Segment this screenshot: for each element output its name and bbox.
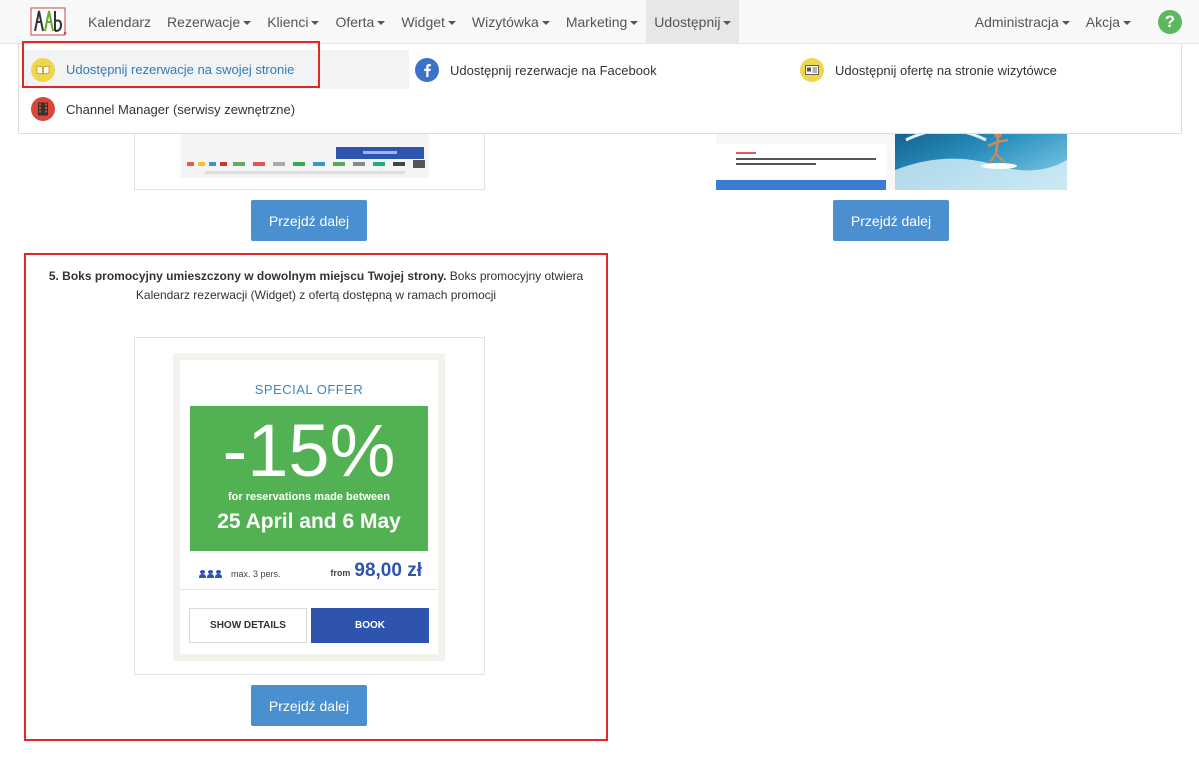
nav-kalendarz[interactable]: Kalendarz xyxy=(80,0,159,44)
people-icon xyxy=(199,570,223,578)
caret-down-icon xyxy=(541,21,550,25)
card-icon xyxy=(800,58,824,82)
caret-down-icon xyxy=(311,21,320,25)
discount-box: -15% for reservations made between 25 Ap… xyxy=(190,406,428,551)
nav-label: Wizytówka xyxy=(471,14,539,30)
menu-item-share-offer-on-card[interactable]: Udostępnij ofertę na stronie wizytówce xyxy=(800,56,1057,84)
nav-label: Akcja xyxy=(1085,14,1120,30)
max-persons: max. 3 pers. xyxy=(199,569,281,579)
price-from-label: from xyxy=(330,568,351,578)
facebook-icon xyxy=(415,58,439,82)
special-offer-heading: SPECIAL OFFER xyxy=(254,382,364,397)
top-navbar: Kalendarz Rezerwacje Klienci Oferta Widg… xyxy=(0,0,1199,44)
date-range: 25 April and 6 May xyxy=(217,510,401,533)
promo-widget: SPECIAL OFFER -15% for reservations made… xyxy=(173,353,445,661)
nav-marketing[interactable]: Marketing xyxy=(558,0,646,44)
show-details-button[interactable]: SHOW DETAILS xyxy=(189,608,307,643)
caret-down-icon xyxy=(447,21,456,25)
nav-wizytowka[interactable]: Wizytówka xyxy=(464,0,558,44)
nav-label: Klienci xyxy=(267,14,309,30)
section-title: 5. Boks promocyjny umieszczony w dowolny… xyxy=(48,269,447,283)
next-button[interactable]: Przejdź dalej xyxy=(833,200,949,241)
menu-item-label: Channel Manager (serwisy zewnętrzne) xyxy=(66,101,296,117)
nav-label: Oferta xyxy=(335,14,375,30)
nav-widget[interactable]: Widget xyxy=(393,0,464,44)
caret-down-icon xyxy=(243,21,252,25)
nav-klienci[interactable]: Klienci xyxy=(259,0,327,44)
nav-udostepnij[interactable]: Udostępnij xyxy=(646,0,740,44)
nav-administracja[interactable]: Administracja xyxy=(967,0,1078,44)
caret-down-icon xyxy=(630,21,639,25)
nav-label: Marketing xyxy=(565,14,628,30)
nav-label: Administracja xyxy=(974,14,1059,30)
discount-value: -15% xyxy=(222,409,396,492)
menu-item-label: Udostępnij rezerwacje na Facebook xyxy=(450,62,657,78)
caret-down-icon xyxy=(723,21,732,25)
nav-label: Widget xyxy=(401,14,445,30)
nav-label: Udostępnij xyxy=(654,14,721,30)
promo-widget-preview: SPECIAL OFFER -15% for reservations made… xyxy=(134,337,485,675)
menu-item-label: Udostępnij ofertę na stronie wizytówce xyxy=(835,62,1057,78)
nav-rezerwacje[interactable]: Rezerwacje xyxy=(159,0,259,44)
caret-down-icon xyxy=(1061,21,1070,25)
nav-label: Kalendarz xyxy=(88,14,152,30)
discount-note: for reservations made between xyxy=(227,491,390,503)
next-button[interactable]: Przejdź dalej xyxy=(251,685,367,726)
film-strip-icon xyxy=(31,97,55,121)
next-button[interactable]: Przejdź dalej xyxy=(251,200,367,241)
share-dropdown-menu: Udostępnij rezerwacje na swojej stronie … xyxy=(18,44,1182,134)
promo-widget-card: SPECIAL OFFER -15% for reservations made… xyxy=(180,360,438,654)
nav-label: Rezerwacje xyxy=(167,14,241,30)
right-nav: Administracja Akcja xyxy=(967,0,1139,44)
max-persons-label: max. 3 pers. xyxy=(231,569,281,579)
price: from 98,00 zł xyxy=(330,560,422,582)
menu-item-channel-manager[interactable]: Channel Manager (serwisy zewnętrzne) xyxy=(31,95,295,123)
caret-down-icon xyxy=(1123,21,1131,25)
section-description: 5. Boks promocyjny umieszczony w dowolny… xyxy=(36,267,596,305)
price-value: 98,00 zł xyxy=(354,560,422,581)
menu-item-share-on-website[interactable]: Udostępnij rezerwacje na swojej stronie xyxy=(23,50,409,89)
book-icon xyxy=(31,57,55,82)
question-circle-icon[interactable]: ? xyxy=(1158,10,1182,34)
main-nav: Kalendarz Rezerwacje Klienci Oferta Widg… xyxy=(80,0,740,44)
divider xyxy=(180,589,438,590)
nav-akcja[interactable]: Akcja xyxy=(1078,0,1139,44)
app-logo[interactable] xyxy=(30,5,68,37)
nav-oferta[interactable]: Oferta xyxy=(327,0,393,44)
caret-down-icon xyxy=(377,21,386,25)
menu-item-label: Udostępnij rezerwacje na swojej stronie xyxy=(66,62,295,77)
menu-item-share-on-facebook[interactable]: Udostępnij rezerwacje na Facebook xyxy=(415,56,657,84)
book-button[interactable]: BOOK xyxy=(311,608,429,643)
